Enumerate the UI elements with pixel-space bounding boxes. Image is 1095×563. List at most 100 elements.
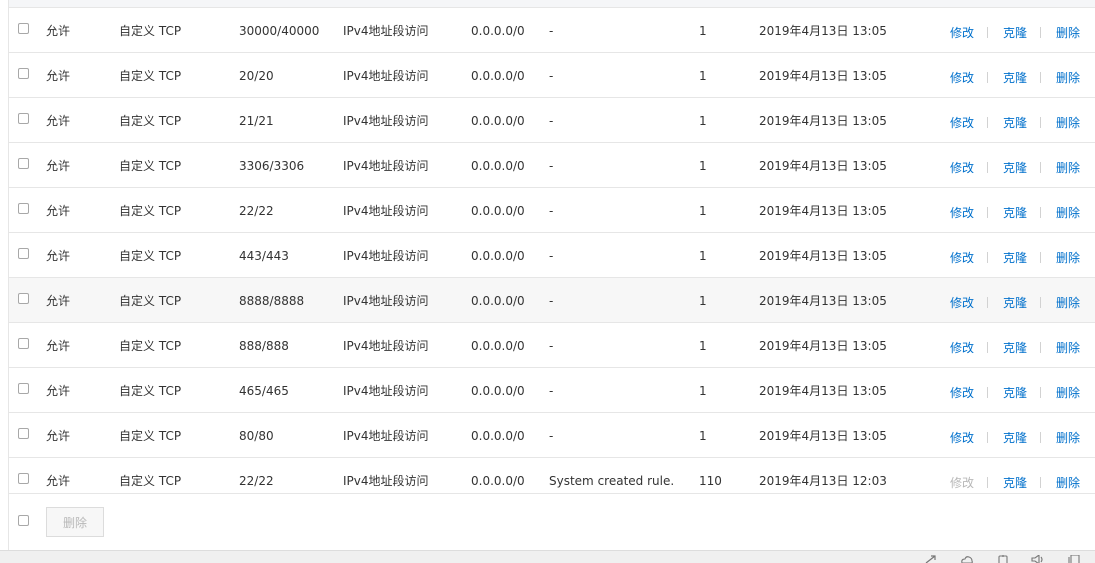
edit-link[interactable]: 修改 (950, 429, 974, 446)
edit-link[interactable]: 修改 (950, 69, 974, 86)
row-checkbox[interactable] (18, 383, 29, 394)
table-row: 允许 自定义 TCP 3306/3306 IPv4地址段访问 0.0.0.0/0 - 1 20… (9, 143, 1095, 188)
batch-delete-button[interactable]: 删除 (46, 507, 104, 537)
table-row: 允许 自定义 TCP 80/80 IPv4地址段访问 0.0.0.0/0 - 1 2019年4… (9, 413, 1095, 458)
rule-description: - (549, 339, 554, 353)
action-divider (1040, 432, 1041, 443)
row-checkbox[interactable] (18, 68, 29, 79)
rule-port-range: 30000/40000 (239, 24, 320, 38)
action-divider (987, 342, 988, 353)
delete-link[interactable]: 删除 (1056, 339, 1080, 356)
delete-link[interactable]: 删除 (1056, 249, 1080, 266)
clone-link[interactable]: 克隆 (1003, 429, 1027, 446)
rule-description: - (549, 384, 554, 398)
gear-icon[interactable] (997, 555, 1009, 563)
clone-link[interactable]: 克隆 (1003, 384, 1027, 401)
row-checkbox[interactable] (18, 473, 29, 484)
clone-link[interactable]: 克隆 (1003, 339, 1027, 356)
rule-policy: 允许 (46, 69, 71, 83)
rule-auth-object: 0.0.0.0/0 (471, 249, 525, 263)
rule-port-range: 3306/3306 (239, 159, 305, 173)
rule-protocol: 自定义 TCP (119, 114, 182, 128)
rule-policy: 允许 (46, 384, 71, 398)
select-all-checkbox[interactable] (18, 515, 29, 526)
row-checkbox[interactable] (18, 248, 29, 259)
table-row: 允许 自定义 TCP 8888/8888 IPv4地址段访问 0.0.0.0/0 - 1 20… (9, 278, 1095, 323)
table-row: 允许 自定义 TCP 21/21 IPv4地址段访问 0.0.0.0/0 - 1 2019年4… (9, 98, 1095, 143)
row-checkbox[interactable] (18, 338, 29, 349)
clone-link[interactable]: 克隆 (1003, 159, 1027, 176)
rule-port-range: 80/80 (239, 429, 274, 443)
rule-protocol: 自定义 TCP (119, 429, 182, 443)
delete-link[interactable]: 删除 (1056, 114, 1080, 131)
delete-link[interactable]: 删除 (1056, 429, 1080, 446)
rule-description: - (549, 69, 554, 83)
row-checkbox[interactable] (18, 23, 29, 34)
row-checkbox[interactable] (18, 203, 29, 214)
cloud-icon[interactable] (960, 555, 974, 563)
edit-link[interactable]: 修改 (950, 339, 974, 356)
clone-link[interactable]: 克隆 (1003, 474, 1027, 491)
action-divider (1040, 387, 1041, 398)
edit-link[interactable]: 修改 (950, 204, 974, 221)
delete-link[interactable]: 删除 (1056, 204, 1080, 221)
table-footer: 删除 (9, 493, 1095, 550)
rule-auth-type: IPv4地址段访问 (343, 339, 429, 353)
table-row: 允许 自定义 TCP 22/22 IPv4地址段访问 0.0.0.0/0 System c… (9, 458, 1095, 493)
rule-description: - (549, 429, 554, 443)
rule-policy: 允许 (46, 24, 71, 38)
rule-protocol: 自定义 TCP (119, 249, 182, 263)
edit-link[interactable]: 修改 (950, 294, 974, 311)
action-divider (987, 117, 988, 128)
action-divider (1040, 162, 1041, 173)
table-row: 允许 自定义 TCP 443/443 IPv4地址段访问 0.0.0.0/0 - 1 2019… (9, 233, 1095, 278)
action-divider (987, 477, 988, 488)
rule-protocol: 自定义 TCP (119, 69, 182, 83)
rule-policy: 允许 (46, 339, 71, 353)
window-icon[interactable] (1068, 555, 1080, 563)
delete-link[interactable]: 删除 (1056, 294, 1080, 311)
rule-description: - (549, 114, 554, 128)
clone-link[interactable]: 克隆 (1003, 114, 1027, 131)
rule-auth-object: 0.0.0.0/0 (471, 474, 525, 488)
clone-link[interactable]: 克隆 (1003, 294, 1027, 311)
speaker-icon[interactable] (1031, 555, 1045, 563)
row-checkbox[interactable] (18, 293, 29, 304)
rule-protocol: 自定义 TCP (119, 159, 182, 173)
rule-protocol: 自定义 TCP (119, 204, 182, 218)
rule-priority: 1 (699, 249, 707, 263)
edit-link[interactable]: 修改 (950, 384, 974, 401)
row-checkbox[interactable] (18, 158, 29, 169)
row-checkbox[interactable] (18, 113, 29, 124)
delete-link[interactable]: 删除 (1056, 384, 1080, 401)
edit-link[interactable]: 修改 (950, 24, 974, 41)
clone-link[interactable]: 克隆 (1003, 69, 1027, 86)
edit-link[interactable]: 修改 (950, 249, 974, 266)
rule-priority: 1 (699, 429, 707, 443)
clone-link[interactable]: 克隆 (1003, 204, 1027, 221)
rule-created-at: 2019年4月13日 12:03 (759, 474, 887, 488)
clone-link[interactable]: 克隆 (1003, 24, 1027, 41)
action-divider (987, 72, 988, 83)
rule-created-at: 2019年4月13日 13:05 (759, 114, 887, 128)
delete-link[interactable]: 删除 (1056, 24, 1080, 41)
table-row: 允许 自定义 TCP 22/22 IPv4地址段访问 0.0.0.0/0 - 1 2019年4… (9, 188, 1095, 233)
arrow-icon[interactable] (925, 555, 937, 563)
delete-link[interactable]: 删除 (1056, 474, 1080, 491)
table-row: 允许 自定义 TCP 465/465 IPv4地址段访问 0.0.0.0/0 - 1 2019… (9, 368, 1095, 413)
row-checkbox[interactable] (18, 428, 29, 439)
rule-port-range: 20/20 (239, 69, 274, 83)
delete-link[interactable]: 删除 (1056, 159, 1080, 176)
action-divider (1040, 207, 1041, 218)
edit-link: 修改 (950, 476, 975, 490)
edit-link[interactable]: 修改 (950, 159, 974, 176)
edit-link[interactable]: 修改 (950, 114, 974, 131)
rule-description: - (549, 24, 554, 38)
clone-link[interactable]: 克隆 (1003, 249, 1027, 266)
delete-link[interactable]: 删除 (1056, 69, 1080, 86)
rule-auth-type: IPv4地址段访问 (343, 384, 429, 398)
rule-description: - (549, 159, 554, 173)
rule-auth-object: 0.0.0.0/0 (471, 114, 525, 128)
rule-description: - (549, 294, 554, 308)
rule-priority: 1 (699, 384, 707, 398)
